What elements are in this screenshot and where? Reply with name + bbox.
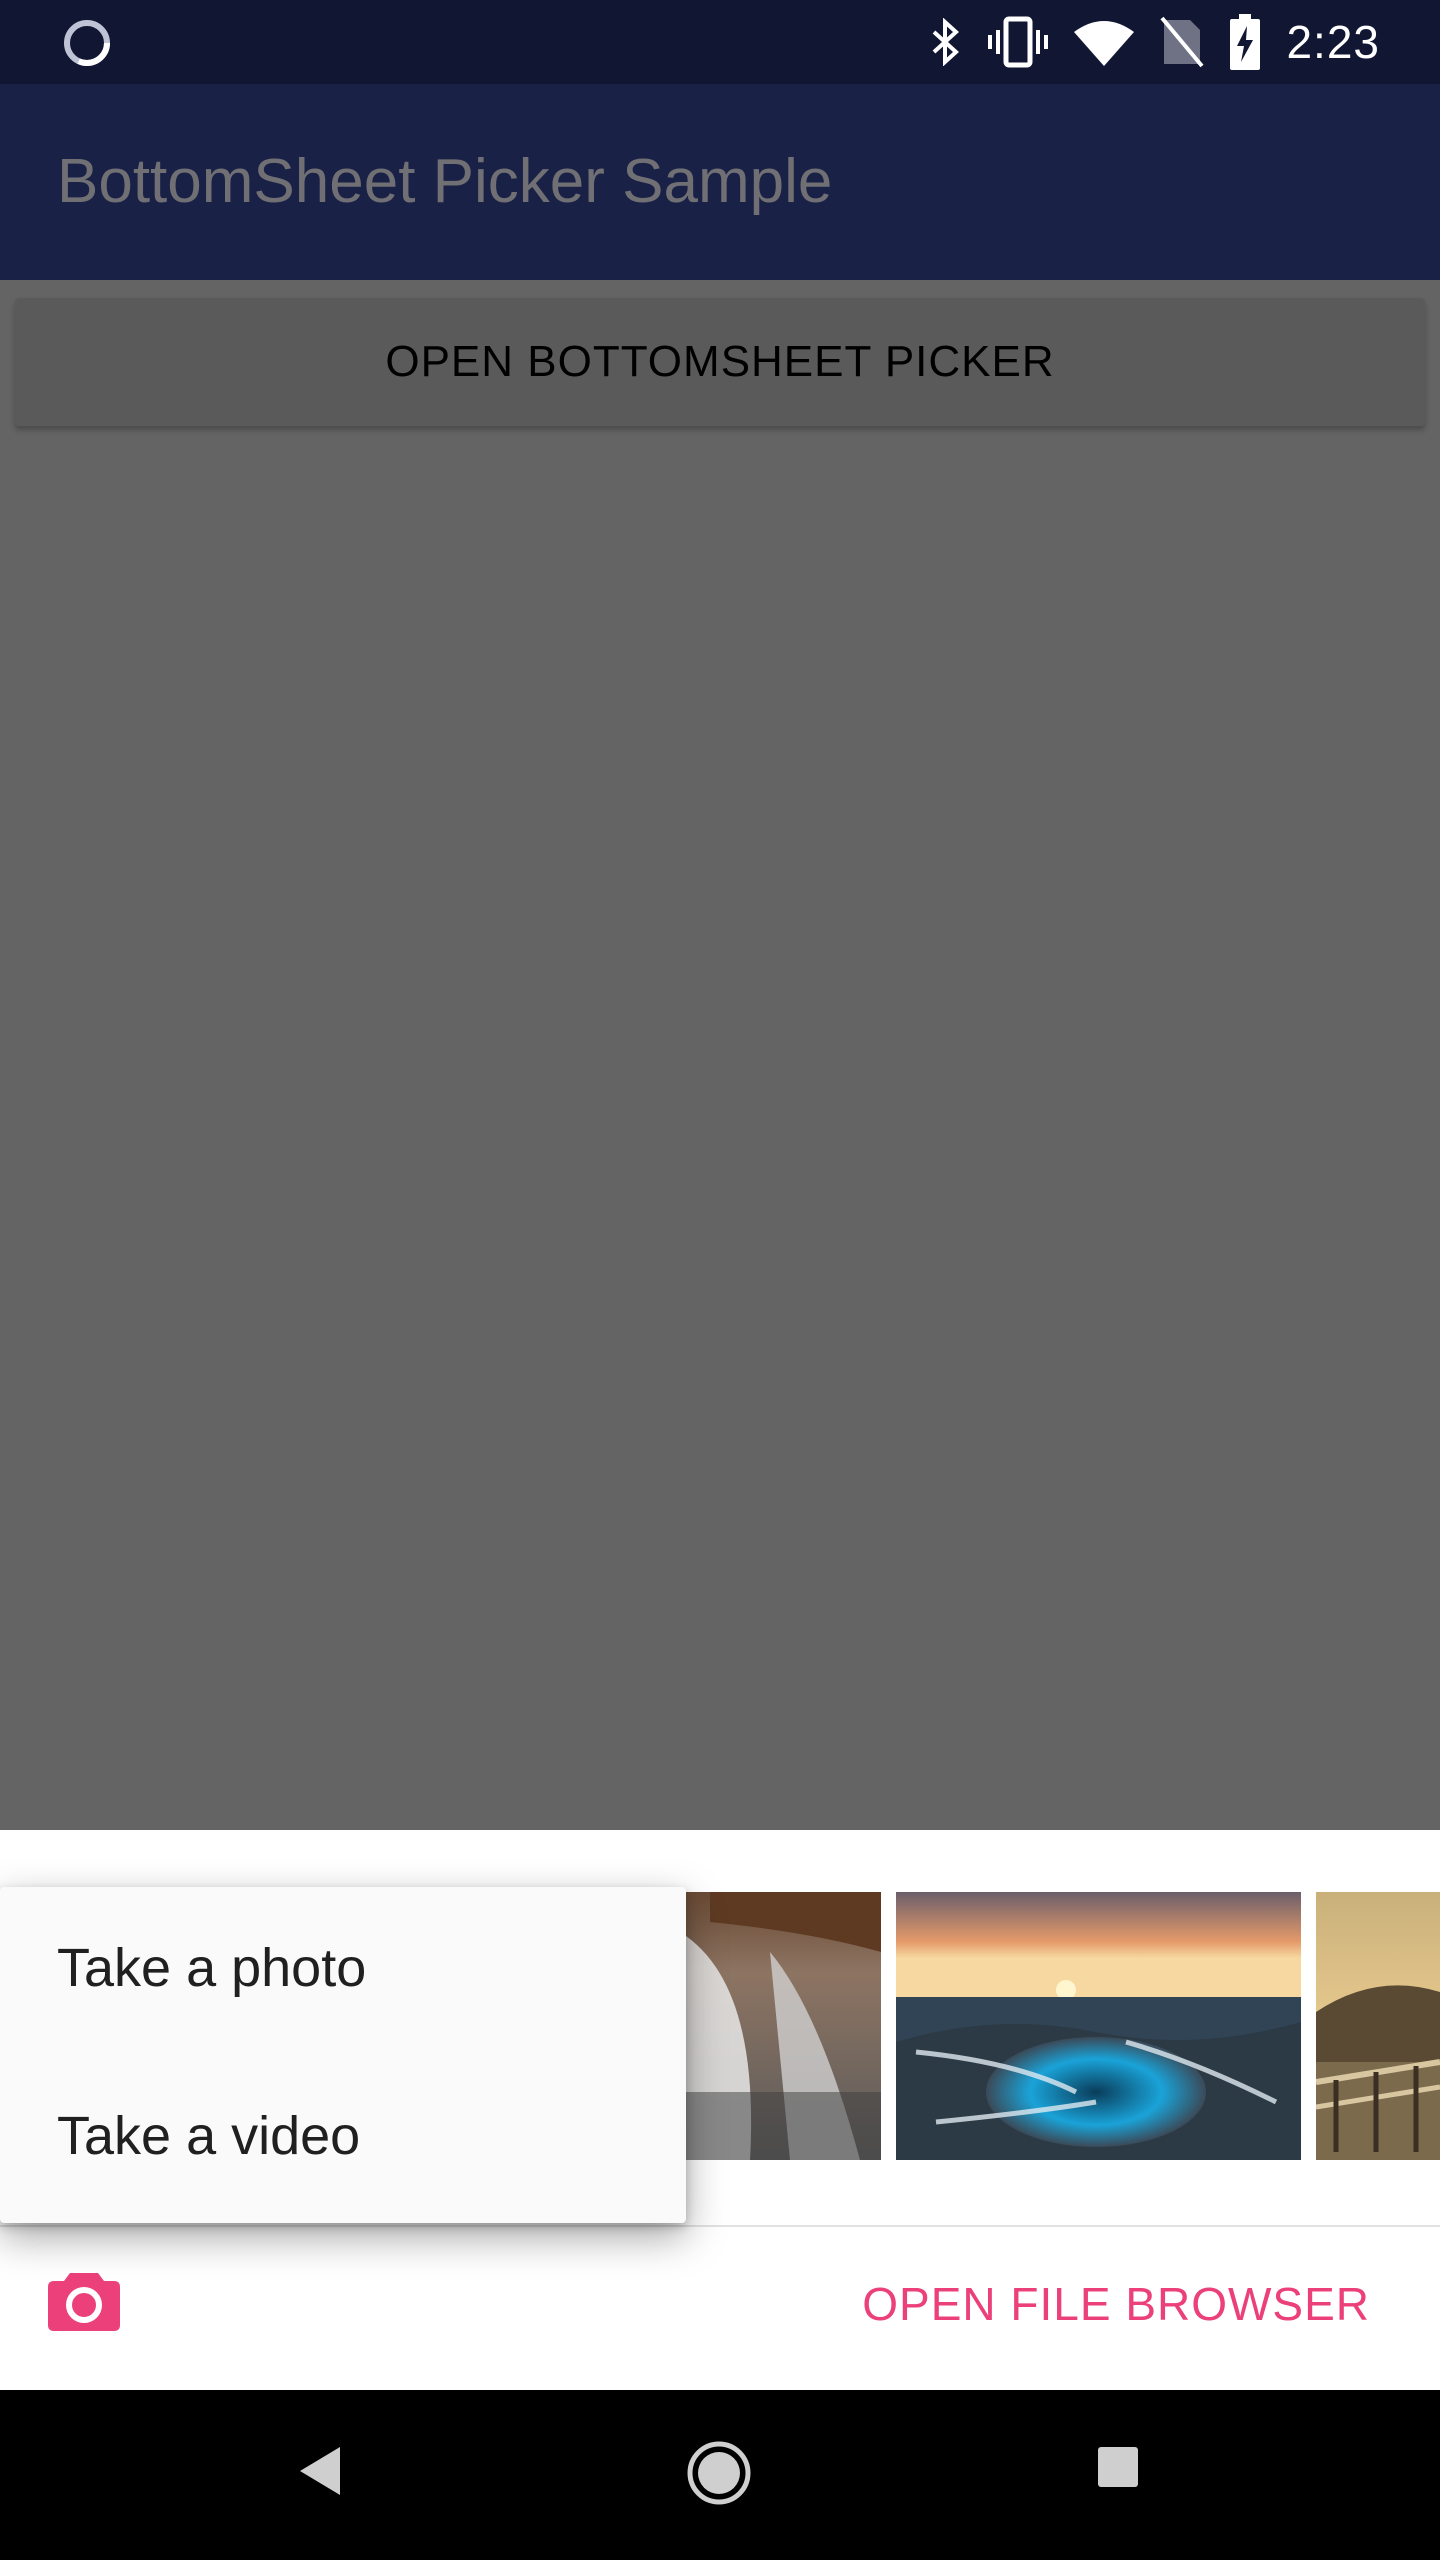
battery-charging-icon [1230, 14, 1261, 70]
camera-icon[interactable] [48, 2267, 120, 2331]
vibrate-icon [988, 16, 1049, 68]
tide-pool-sunset-photo[interactable] [896, 1892, 1301, 2160]
open-file-browser-button[interactable]: OPEN FILE BROWSER [862, 2277, 1370, 2331]
pier-photo[interactable] [1316, 1892, 1440, 2160]
open-bottomsheet-picker-button[interactable]: OPEN BOTTOMSHEET PICKER [15, 298, 1425, 426]
app-title: BottomSheet Picker Sample [57, 147, 833, 216]
take-photo-menu-item[interactable]: Take a photo [57, 1937, 366, 1999]
app-bar: BottomSheet Picker Sample [0, 84, 1440, 280]
recents-icon[interactable] [1096, 2445, 1140, 2489]
no-sim-icon [1160, 16, 1205, 68]
back-icon[interactable] [296, 2445, 344, 2497]
clock-time: 2:23 [1286, 16, 1380, 68]
wifi-icon [1074, 21, 1135, 66]
camera-options-menu: Take a photo Take a video [0, 1887, 686, 2223]
home-icon[interactable] [686, 2440, 752, 2506]
navigation-bar [0, 2390, 1440, 2560]
status-bar: 2:23 [0, 0, 1440, 84]
sheet-action-row: OPEN FILE BROWSER [0, 2227, 1440, 2390]
bluetooth-icon [933, 18, 960, 66]
take-video-menu-item[interactable]: Take a video [57, 2105, 360, 2167]
loading-icon [64, 20, 110, 66]
